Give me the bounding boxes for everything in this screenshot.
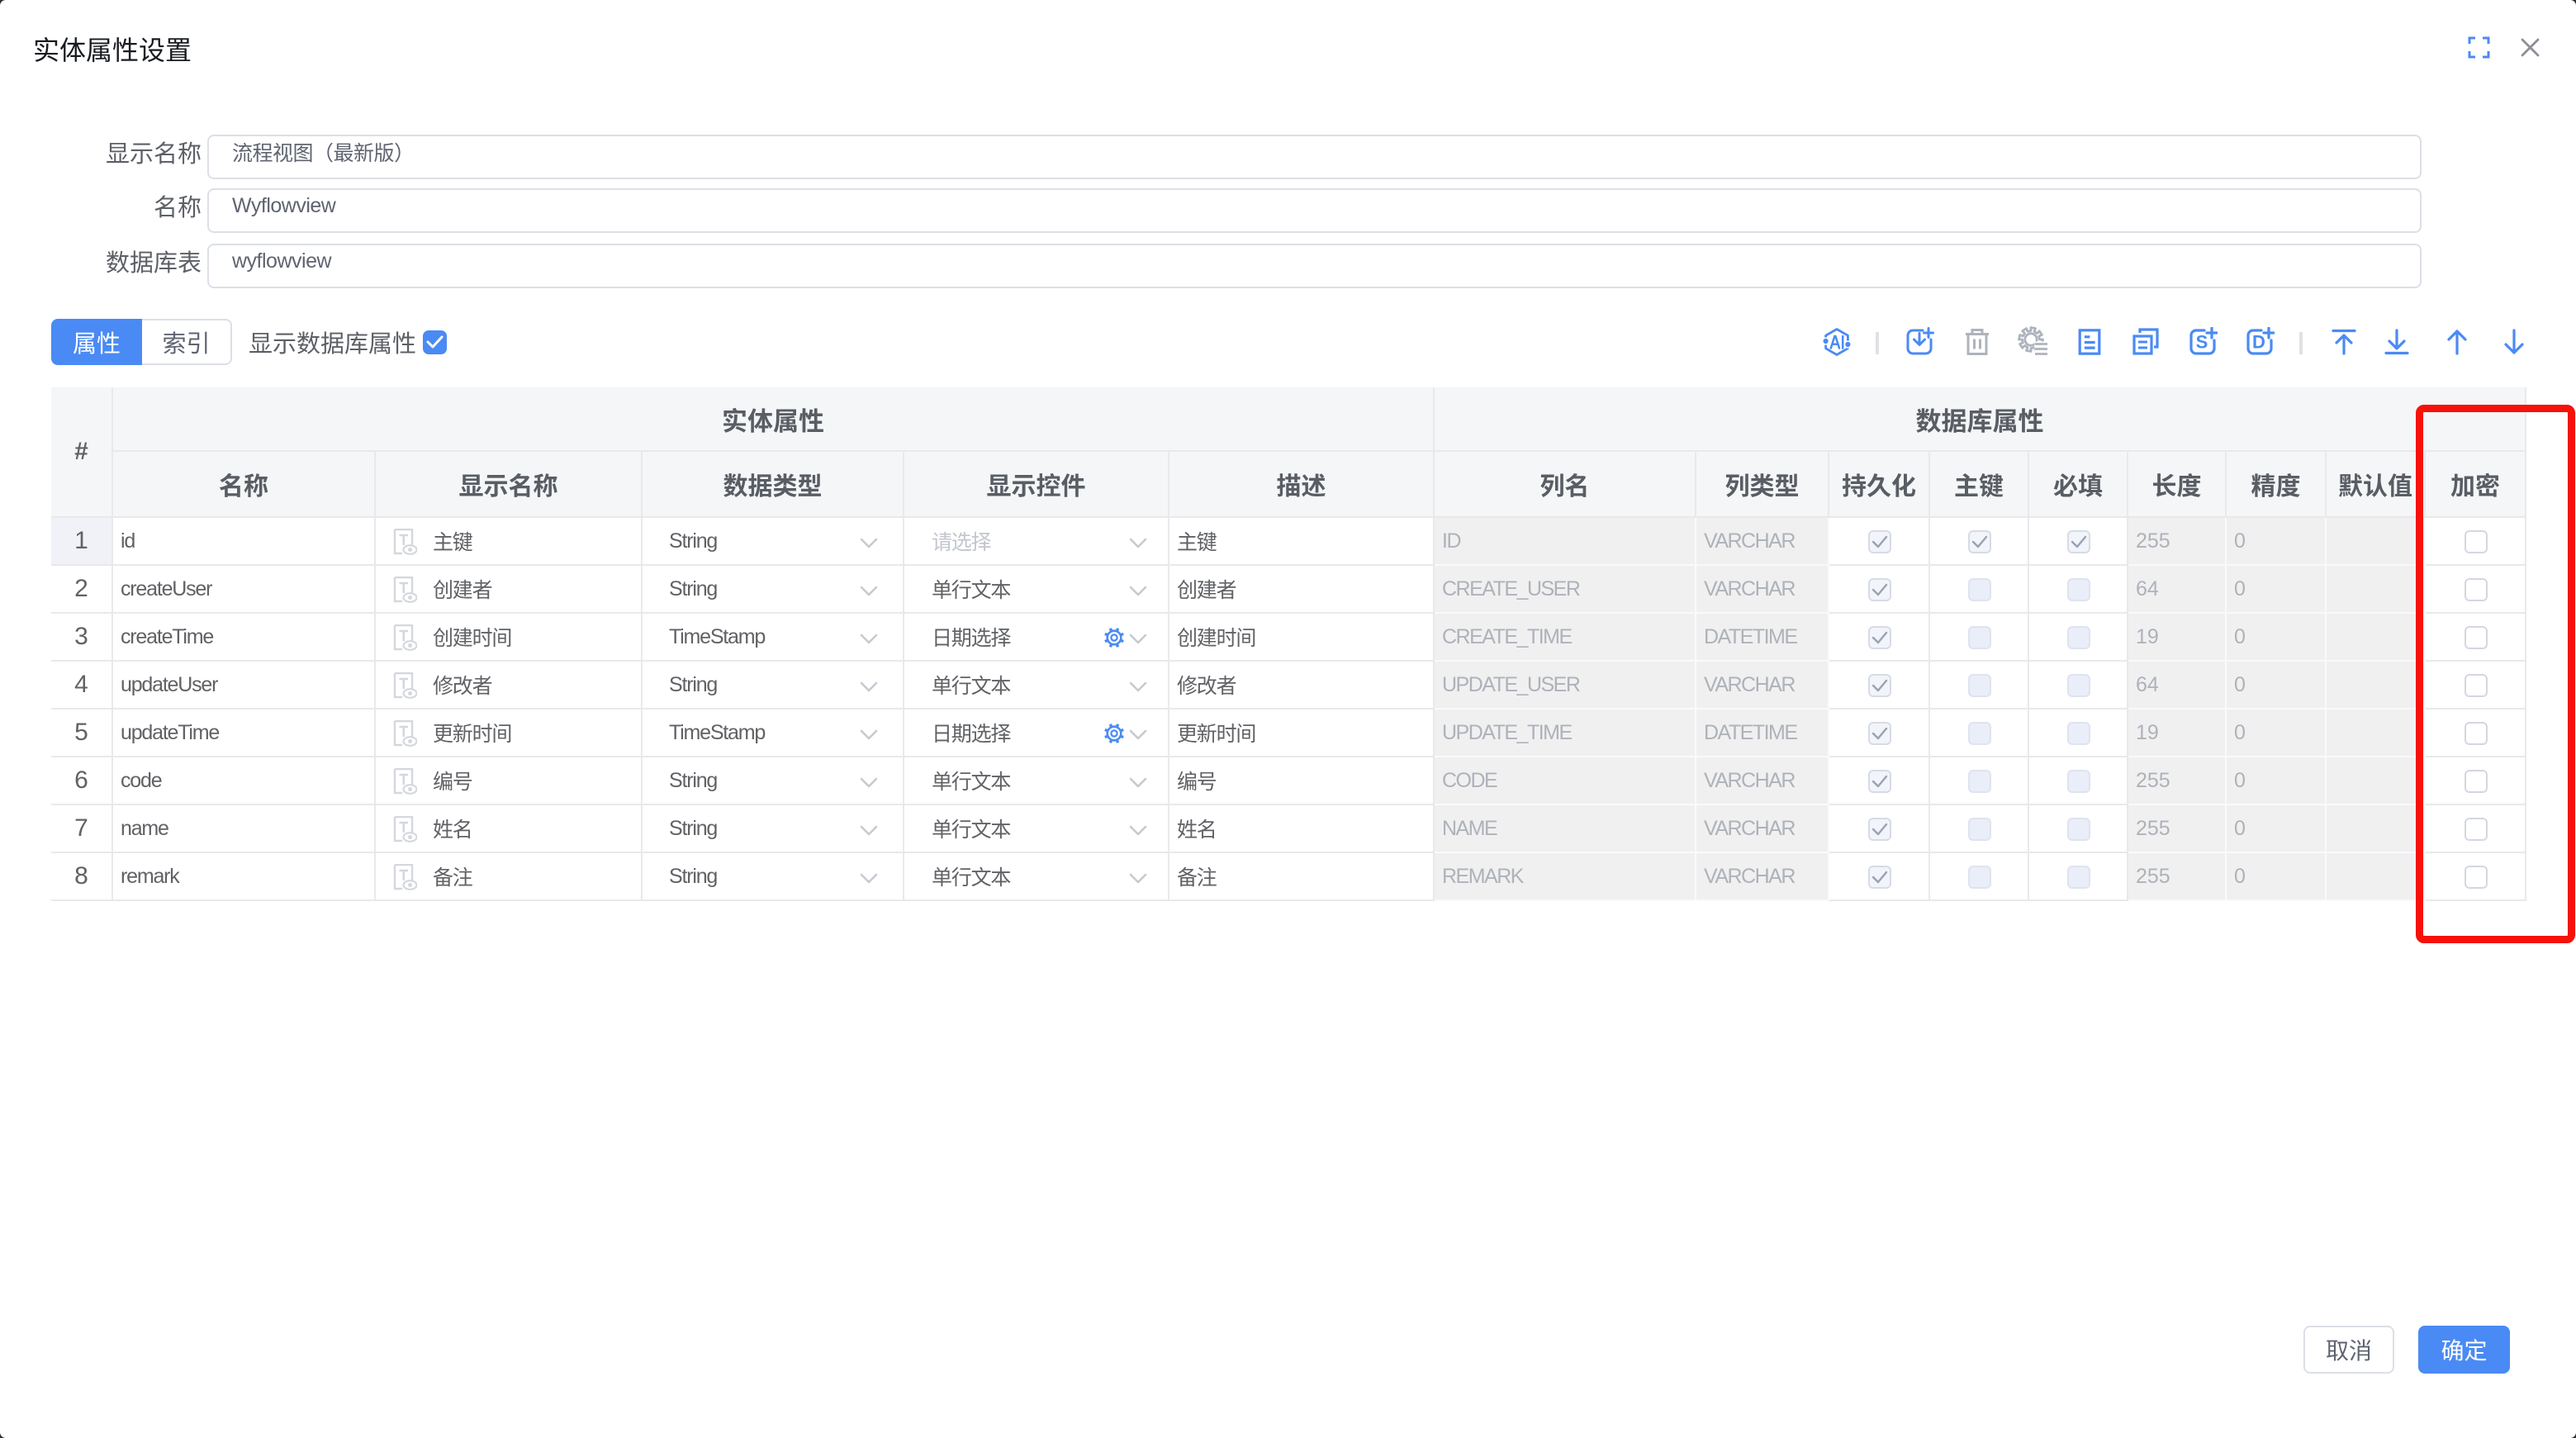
svg-text:D: D [2252, 332, 2265, 353]
svg-text:S: S [2196, 332, 2208, 353]
